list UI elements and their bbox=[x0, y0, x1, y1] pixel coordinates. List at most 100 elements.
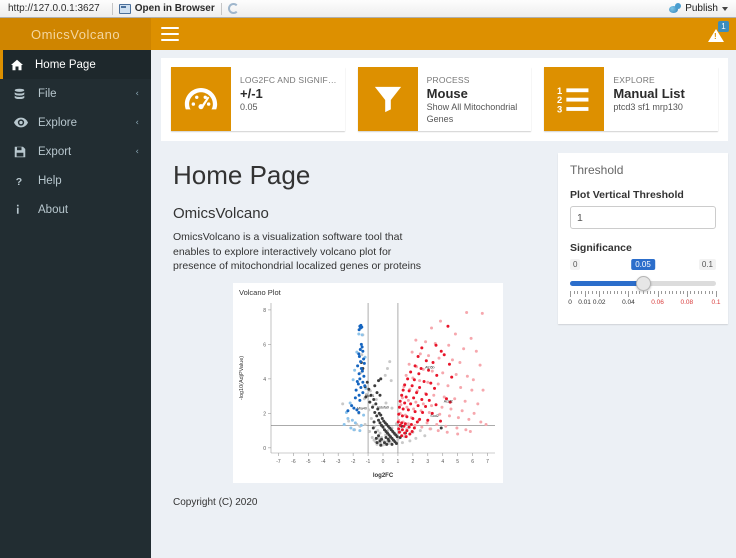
home-icon bbox=[11, 59, 28, 71]
body-row: Home Page File ‹ Explore ‹ Export ‹ ? He… bbox=[0, 50, 736, 558]
app-brand[interactable]: OmicsVolcano bbox=[0, 18, 151, 50]
slider-tick bbox=[708, 291, 710, 294]
slider-tick-label: 0.08 bbox=[680, 299, 694, 306]
y-tick-label: 0 bbox=[263, 445, 266, 451]
notification-badge: 1 bbox=[718, 21, 729, 32]
significance-label: Significance bbox=[570, 242, 632, 254]
slider-tick bbox=[697, 291, 699, 294]
significance-slider[interactable] bbox=[570, 276, 716, 291]
publish-button[interactable]: Publish bbox=[669, 2, 730, 15]
infobox-strip: LOG2FC AND SIGNIFIC... +/-1 0.05 PROCESS… bbox=[161, 58, 728, 141]
hamburger-line-3 bbox=[161, 39, 179, 41]
slider-tick bbox=[621, 291, 623, 294]
app-root: OmicsVolcano 1 Home Page bbox=[0, 18, 736, 558]
slider-tick bbox=[577, 291, 579, 294]
slider-tick bbox=[661, 291, 663, 294]
notification-button[interactable]: 1 bbox=[704, 21, 729, 46]
slider-tick bbox=[639, 291, 641, 294]
x-tick-label: -6 bbox=[291, 459, 296, 465]
point-annotation: Acsf2 bbox=[444, 399, 453, 403]
slider-tick bbox=[650, 291, 652, 294]
slider-tick bbox=[573, 291, 575, 294]
database-icon bbox=[14, 88, 31, 100]
slider-tick bbox=[679, 291, 681, 294]
x-tick-label: 4 bbox=[441, 459, 444, 465]
volcano-plot-container[interactable]: Volcano Plot -7 -6 -5 -4 -3 -2 -1 0 1 2 3 4 5 6 7 log2FC… bbox=[233, 282, 503, 483]
svg-text:?: ? bbox=[16, 175, 22, 186]
vertical-threshold-input[interactable] bbox=[570, 206, 716, 229]
slider-tick bbox=[683, 291, 685, 294]
sidebar-item-home-page[interactable]: Home Page bbox=[0, 50, 151, 79]
sidebar-item-label: Help bbox=[38, 174, 62, 187]
x-tick-label: 6 bbox=[471, 459, 474, 465]
slider-tick bbox=[653, 291, 655, 294]
infobox-number: Mouse bbox=[426, 86, 468, 101]
svg-text:2: 2 bbox=[557, 95, 562, 105]
infobox-explore[interactable]: 1 2 3 EXPLORE Manual List ptcd3 sf1 mrp1… bbox=[544, 67, 719, 131]
slider-ticks bbox=[570, 291, 717, 298]
infobox-log2fc-significance[interactable]: LOG2FC AND SIGNIFIC... +/-1 0.05 bbox=[171, 67, 345, 131]
open-in-browser-icon bbox=[118, 3, 131, 14]
slider-tick bbox=[712, 291, 714, 294]
slider-handle[interactable] bbox=[635, 276, 651, 291]
x-tick-label: -5 bbox=[306, 459, 311, 465]
x-tick-label: 0 bbox=[382, 459, 385, 465]
viewer-toolbar: http://127.0.0.1:3627 Open in Browser Pu… bbox=[0, 0, 736, 18]
slider-tick bbox=[694, 291, 696, 294]
content-area: LOG2FC AND SIGNIFIC... +/-1 0.05 PROCESS… bbox=[151, 50, 736, 558]
threshold-panel: Threshold Plot Vertical Threshold Signif… bbox=[558, 153, 728, 324]
sidebar-item-file[interactable]: File ‹ bbox=[0, 79, 151, 108]
slider-tick-label: 0.02 bbox=[592, 299, 606, 306]
refresh-icon[interactable] bbox=[227, 3, 239, 14]
volcano-plot[interactable]: Volcano Plot -7 -6 -5 -4 -3 -2 -1 0 1 2 3 4 5 6 7 log2FC… bbox=[233, 282, 503, 483]
sidebar-item-label: File bbox=[38, 87, 57, 100]
svg-text:3: 3 bbox=[557, 105, 562, 113]
infobox-body: PROCESS Mouse Show All Mitochondrial Gen… bbox=[418, 67, 532, 131]
publish-label: Publish bbox=[685, 3, 718, 14]
infobox-process[interactable]: PROCESS Mouse Show All Mitochondrial Gen… bbox=[357, 67, 532, 131]
slider-tick bbox=[613, 291, 615, 294]
sidebar-item-label: About bbox=[38, 203, 69, 216]
sidebar-item-help[interactable]: ? Help bbox=[0, 166, 151, 195]
hamburger-icon[interactable] bbox=[161, 27, 179, 41]
slider-track-fill bbox=[570, 281, 643, 286]
slider-value-bubble: 0.05 bbox=[631, 259, 655, 270]
section-title: OmicsVolcano bbox=[173, 205, 269, 222]
sidebar-item-label: Explore bbox=[38, 116, 77, 129]
slider-max-label: 0.1 bbox=[698, 259, 716, 270]
chevron-down-icon bbox=[722, 6, 728, 11]
slider-labels-row: 0 0.05 0.1 bbox=[570, 259, 716, 275]
header-bar: 1 bbox=[151, 18, 736, 50]
x-tick-label: -2 bbox=[351, 459, 356, 465]
sidebar-chevron-icon: ‹ bbox=[135, 146, 139, 157]
x-tick-label: 1 bbox=[397, 459, 400, 465]
x-tick-label: -4 bbox=[321, 459, 326, 465]
sidebar-chevron-icon: ‹ bbox=[135, 117, 139, 128]
svg-text:1: 1 bbox=[557, 86, 562, 96]
slider-tick-label: 0.01 bbox=[578, 299, 591, 306]
open-in-browser-button[interactable]: Open in Browser bbox=[118, 3, 215, 14]
publish-icon bbox=[669, 2, 682, 15]
viewer-url[interactable]: http://127.0.0.1:3627 bbox=[6, 3, 106, 14]
infobox-number: Manual List bbox=[613, 86, 685, 101]
sidebar-item-explore[interactable]: Explore ‹ bbox=[0, 108, 151, 137]
sidebar-item-label: Home Page bbox=[35, 58, 96, 71]
slider-tick bbox=[675, 291, 677, 294]
save-icon bbox=[14, 146, 31, 158]
infobox-text: PROCESS bbox=[426, 75, 470, 85]
sidebar-item-export[interactable]: Export ‹ bbox=[0, 137, 151, 166]
y-tick-label: 8 bbox=[263, 307, 266, 313]
slider-tick bbox=[570, 291, 571, 297]
hamburger-line-1 bbox=[161, 27, 179, 29]
x-axis-label: log2FC bbox=[373, 473, 394, 479]
infobox-subtitle: ptcd3 sf1 mrp130 bbox=[613, 102, 683, 112]
sidebar-item-about[interactable]: About bbox=[0, 195, 151, 224]
sidebar: Home Page File ‹ Explore ‹ Export ‹ ? He… bbox=[0, 50, 151, 558]
point-annotation: Mdh1 bbox=[365, 394, 374, 398]
app-header: OmicsVolcano 1 bbox=[0, 18, 736, 50]
slider-min-label: 0 bbox=[570, 259, 581, 270]
x-tick-label: -3 bbox=[336, 459, 341, 465]
question-icon: ? bbox=[14, 175, 31, 186]
slider-tick bbox=[657, 291, 659, 297]
infobox-subtitle: Show All Mitochondrial Genes bbox=[426, 102, 518, 124]
